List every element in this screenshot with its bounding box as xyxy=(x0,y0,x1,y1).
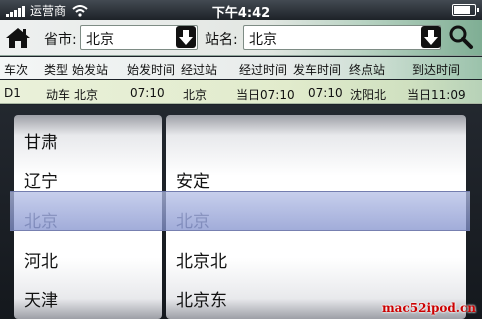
cell-origin: 北京 xyxy=(74,88,99,102)
header-via-station: 经过站 xyxy=(181,63,218,77)
cell-type: 动车 xyxy=(46,88,71,102)
header-depart-time: 发车时间 xyxy=(293,63,342,77)
province-value: 北京 xyxy=(86,32,114,48)
search-icon[interactable] xyxy=(448,24,474,50)
picker-item-province[interactable]: 甘肃 xyxy=(24,123,58,163)
cell-via-time: 当日07:10 xyxy=(236,88,295,102)
picker-item-station[interactable]: 北京东 xyxy=(176,281,227,319)
province-dropdown-button[interactable] xyxy=(176,26,196,48)
watermark: mac52ipod.cn xyxy=(381,301,476,315)
header-destination: 终点站 xyxy=(349,63,386,77)
cell-depart-time: 07:10 xyxy=(308,86,343,100)
table-row[interactable]: D1 动车 北京 07:10 北京 当日07:10 07:10 沈阳北 当日11… xyxy=(0,80,482,104)
cell-arrive-time: 当日11:09 xyxy=(407,88,466,102)
picker-item-province[interactable]: 河北 xyxy=(24,242,58,282)
home-icon[interactable] xyxy=(5,26,31,50)
table-header: 车次 类型 始发站 始发时间 经过站 经过时间 发车时间 终点站 到达时间 xyxy=(0,57,482,79)
search-bar: 省市: 北京 站名: 北京 xyxy=(0,20,482,56)
header-train-no: 车次 xyxy=(4,63,29,77)
cell-train-no: D1 xyxy=(4,86,21,100)
arrow-down-icon xyxy=(179,30,193,45)
header-via-time: 经过时间 xyxy=(239,63,288,77)
station-field[interactable]: 北京 xyxy=(243,25,441,50)
cell-origin-time: 07:10 xyxy=(130,86,165,100)
picker-selection-indicator xyxy=(10,191,470,231)
cell-destination: 沈阳北 xyxy=(350,88,387,102)
status-time: 下午4:42 xyxy=(211,6,271,21)
battery-icon xyxy=(452,4,479,16)
province-label: 省市: xyxy=(44,32,77,48)
picker-item-province[interactable]: 天津 xyxy=(24,281,58,319)
header-origin: 始发站 xyxy=(72,63,109,77)
header-type: 类型 xyxy=(44,63,69,77)
header-origin-time: 始发时间 xyxy=(127,63,176,77)
status-bar: 运营商 下午4:42 xyxy=(0,0,482,21)
station-dropdown-button[interactable] xyxy=(421,26,441,48)
cell-via-station: 北京 xyxy=(183,88,208,102)
arrow-down-icon xyxy=(424,30,438,45)
station-value: 北京 xyxy=(249,32,277,48)
battery-fill xyxy=(454,6,471,14)
picker-item-station[interactable]: 北京北 xyxy=(176,242,227,282)
station-label: 站名: xyxy=(205,32,238,48)
header-arrive-time: 到达时间 xyxy=(412,63,461,77)
